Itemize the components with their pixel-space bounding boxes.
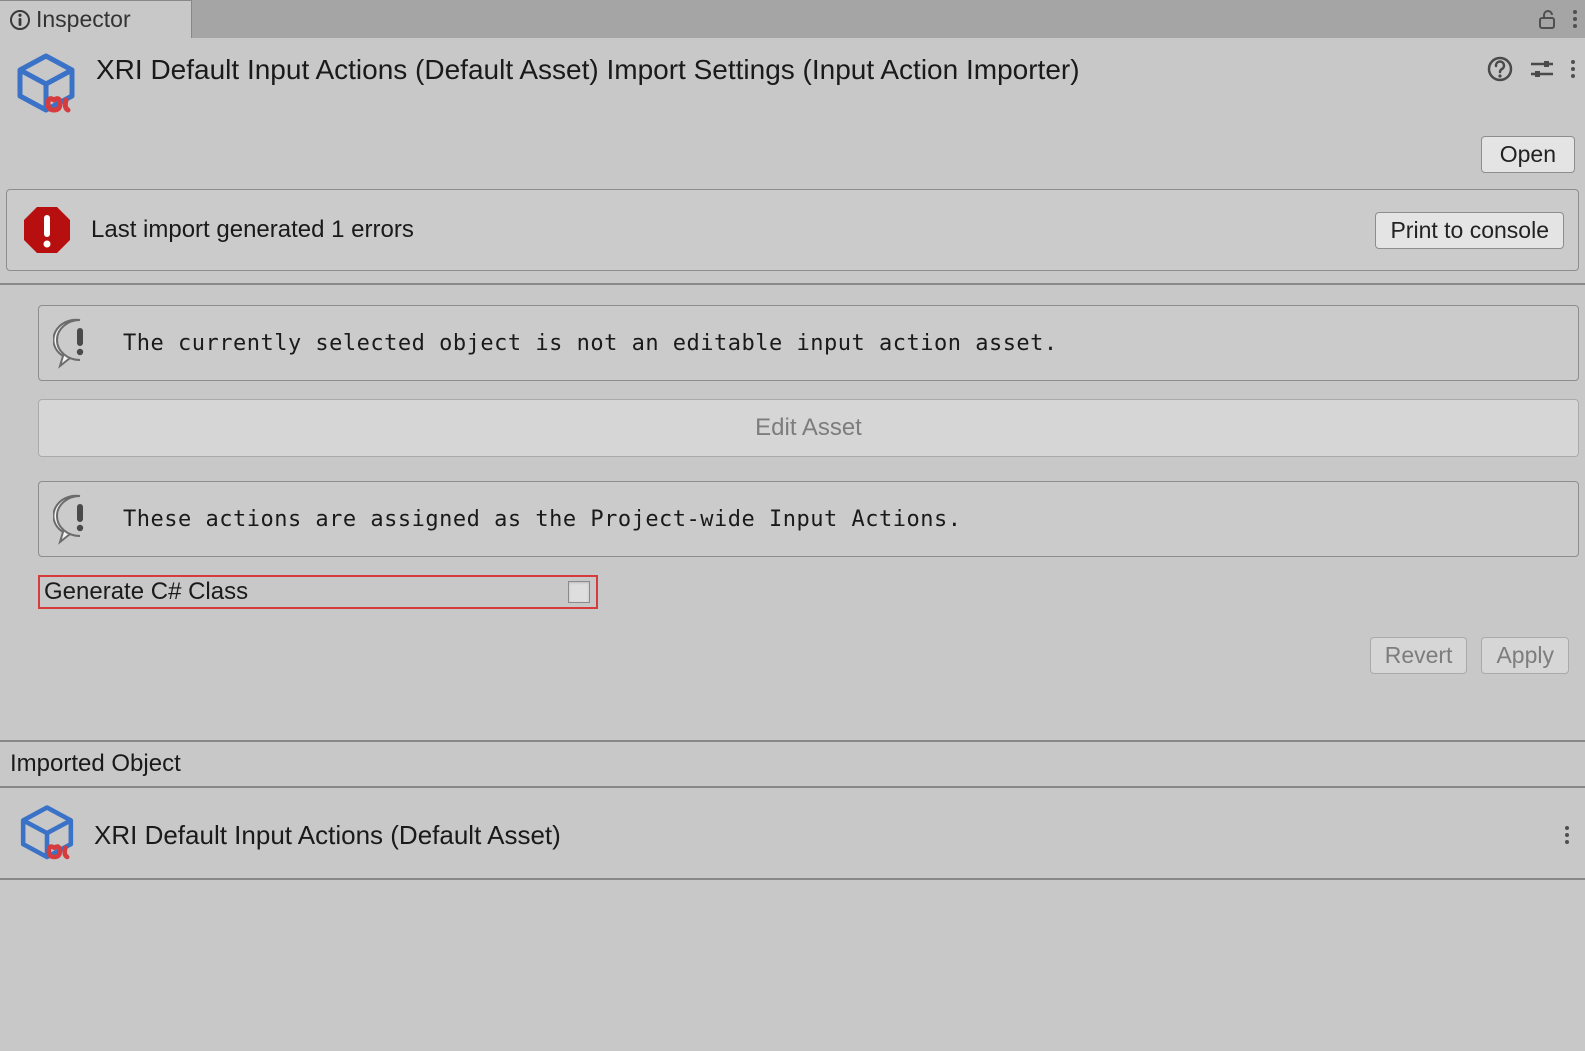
imported-object-section: Imported Object XRI Default Input Action…	[0, 740, 1585, 880]
generate-csharp-class-label: Generate C# Class	[44, 578, 248, 606]
apply-button: Apply	[1481, 637, 1569, 674]
not-editable-info-box: The currently selected object is not an …	[38, 305, 1579, 381]
more-icon[interactable]	[1573, 10, 1577, 28]
inspector-tab[interactable]: Inspector	[0, 0, 192, 38]
input-actions-asset-icon	[14, 802, 80, 868]
lock-open-icon[interactable]	[1537, 8, 1559, 30]
more-icon[interactable]	[1571, 60, 1575, 78]
sliders-icon[interactable]	[1529, 56, 1555, 82]
info-bubble-icon	[53, 492, 107, 546]
input-actions-asset-icon	[10, 50, 82, 122]
revert-button: Revert	[1370, 637, 1468, 674]
imported-asset-name: XRI Default Input Actions (Default Asset…	[94, 820, 1551, 851]
inspector-body: The currently selected object is not an …	[0, 285, 1585, 686]
open-button[interactable]: Open	[1481, 136, 1575, 173]
help-icon[interactable]	[1487, 56, 1513, 82]
inspector-title: XRI Default Input Actions (Default Asset…	[96, 50, 1487, 86]
project-wide-text: These actions are assigned as the Projec…	[123, 507, 961, 532]
imported-asset-row: XRI Default Input Actions (Default Asset…	[0, 788, 1585, 880]
more-icon[interactable]	[1565, 826, 1569, 844]
tab-label: Inspector	[36, 6, 131, 33]
import-error-banner: Last import generated 1 errors Print to …	[6, 189, 1579, 271]
generate-csharp-class-checkbox[interactable]	[568, 581, 590, 603]
imported-object-header: Imported Object	[0, 742, 1585, 788]
info-icon	[10, 10, 30, 30]
generate-csharp-class-row: Generate C# Class	[38, 575, 598, 609]
error-icon	[21, 204, 73, 256]
tab-bar: Inspector	[0, 0, 1585, 38]
inspector-header: XRI Default Input Actions (Default Asset…	[0, 38, 1585, 130]
import-error-text: Last import generated 1 errors	[91, 216, 1357, 244]
inspector-panel: Inspector	[0, 0, 1585, 1051]
print-to-console-button[interactable]: Print to console	[1375, 212, 1564, 249]
info-bubble-icon	[53, 316, 107, 370]
project-wide-info-box: These actions are assigned as the Projec…	[38, 481, 1579, 557]
not-editable-text: The currently selected object is not an …	[123, 331, 1058, 356]
edit-asset-button: Edit Asset	[38, 399, 1579, 457]
